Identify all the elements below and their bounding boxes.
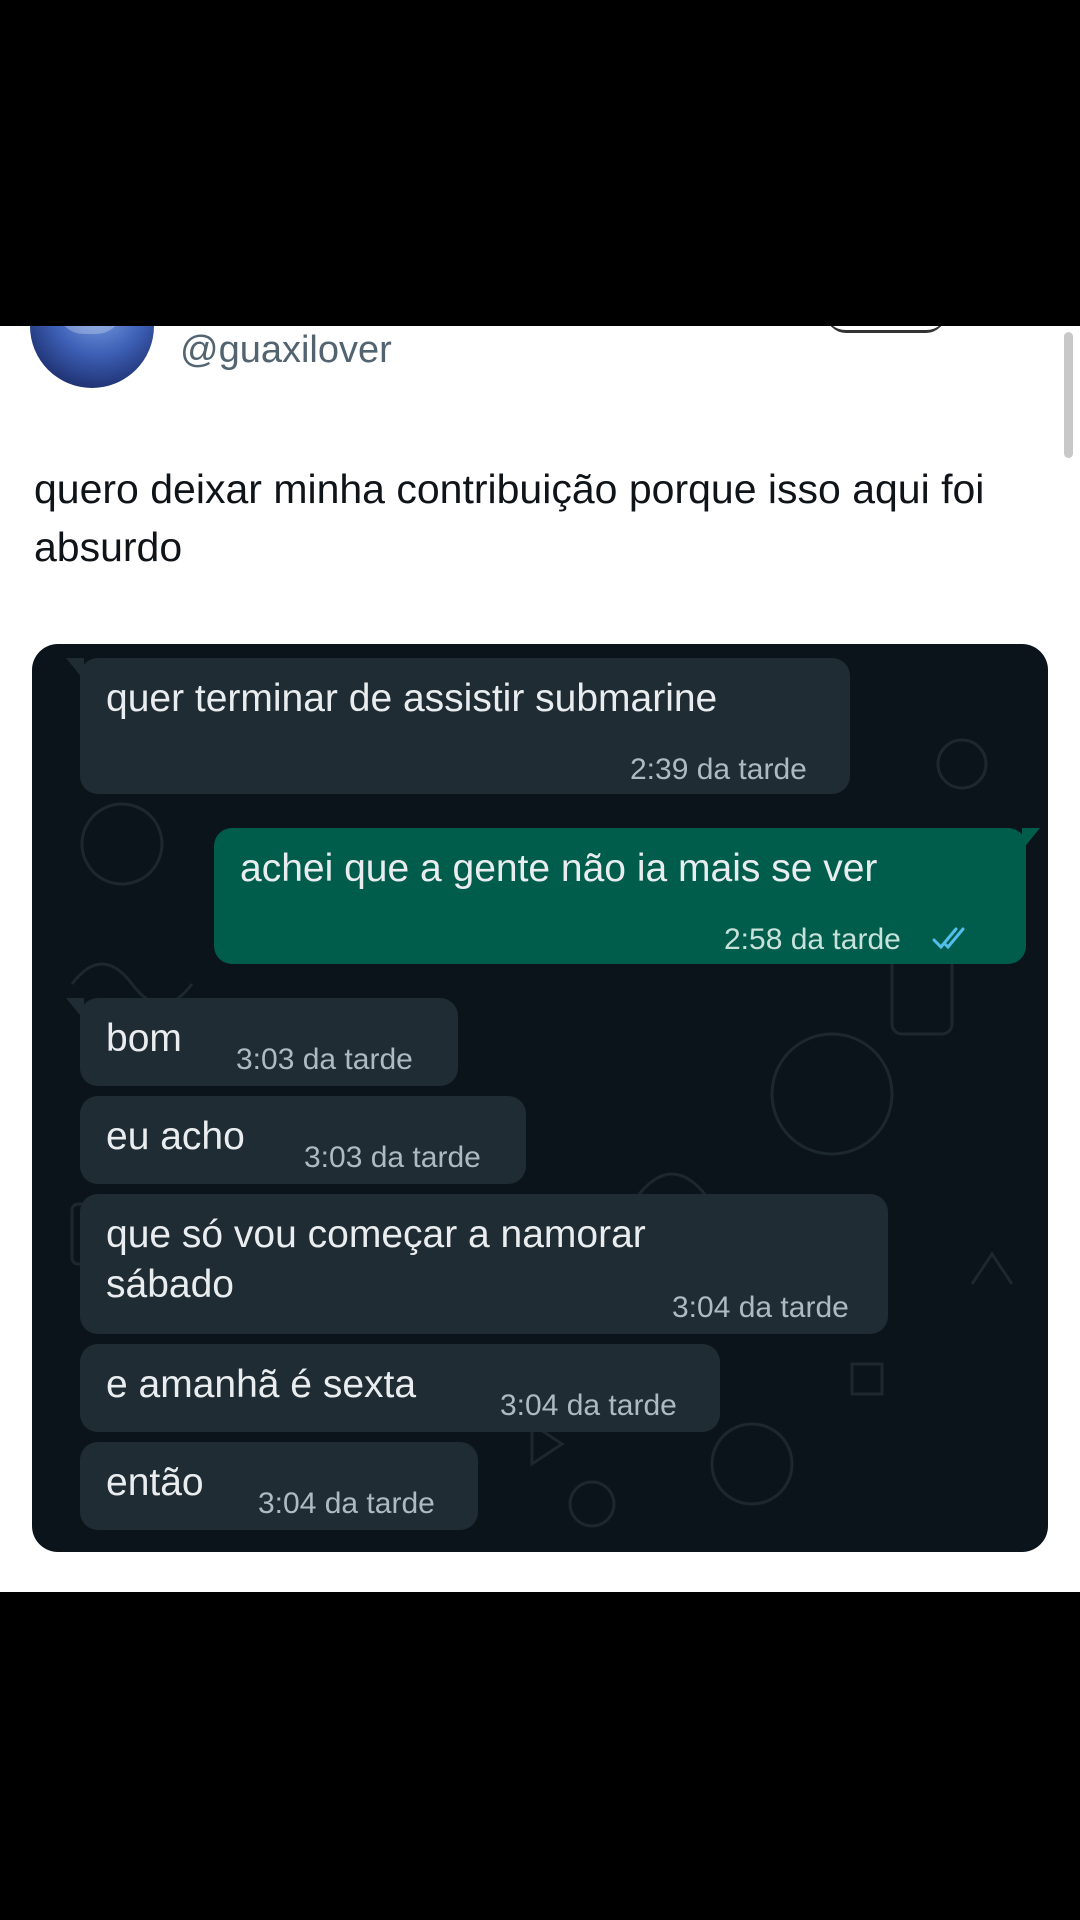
message-time: 2:58 da tarde: [724, 923, 901, 956]
incoming-message-bubble[interactable]: que só vou começar a namorar sábado 3:04 …: [80, 1194, 888, 1334]
message-time: 3:03 da tarde: [236, 1043, 413, 1076]
avatar[interactable]: [30, 326, 154, 388]
incoming-message-bubble[interactable]: quer terminar de assistir submarine 2:39 …: [66, 658, 850, 794]
bottom-black-bar: [0, 1592, 1080, 1920]
message-text: então: [106, 1461, 204, 1504]
message-time: 3:04 da tarde: [500, 1389, 677, 1422]
message-time: 3:04 da tarde: [258, 1487, 435, 1520]
tweet-card: @guaxilover quero deixar minha contribui…: [0, 326, 1080, 1592]
message-text: bom: [106, 1017, 182, 1060]
bubble-tail: [1022, 828, 1040, 850]
incoming-message-bubble[interactable]: e amanhã é sexta 3:04 da tarde: [80, 1344, 720, 1432]
header-pill-edge: [826, 326, 946, 333]
double-check-icon: [932, 927, 965, 950]
outgoing-message-bubble[interactable]: achei que a gente não ia mais se ver 2:58…: [214, 828, 1040, 964]
message-text: achei que a gente não ia mais se ver: [240, 847, 878, 890]
message-text: quer terminar de assistir submarine: [106, 677, 718, 720]
message-text: e amanhã é sexta: [106, 1363, 417, 1406]
tweet-text: quero deixar minha contribuição porque i…: [34, 466, 985, 570]
incoming-message-bubble[interactable]: então 3:04 da tarde: [80, 1442, 478, 1530]
message-text: eu acho: [106, 1115, 245, 1158]
bubble-tail: [66, 998, 84, 1020]
message-time: 2:39 da tarde: [630, 753, 807, 786]
top-black-bar: [0, 0, 1080, 326]
bubble-tail: [66, 658, 84, 680]
scrollbar[interactable]: [1064, 332, 1073, 458]
incoming-message-bubble[interactable]: eu acho 3:03 da tarde: [80, 1096, 526, 1184]
chat-screenshot: quer terminar de assistir submarine 2:39 …: [32, 644, 1048, 1552]
message-time: 3:03 da tarde: [304, 1141, 481, 1174]
user-handle[interactable]: @guaxilover: [180, 326, 392, 374]
message-text: que só vou começar a namorar sábado: [106, 1213, 646, 1306]
message-time: 3:04 da tarde: [672, 1291, 849, 1324]
incoming-message-bubble[interactable]: bom 3:03 da tarde: [66, 998, 458, 1086]
